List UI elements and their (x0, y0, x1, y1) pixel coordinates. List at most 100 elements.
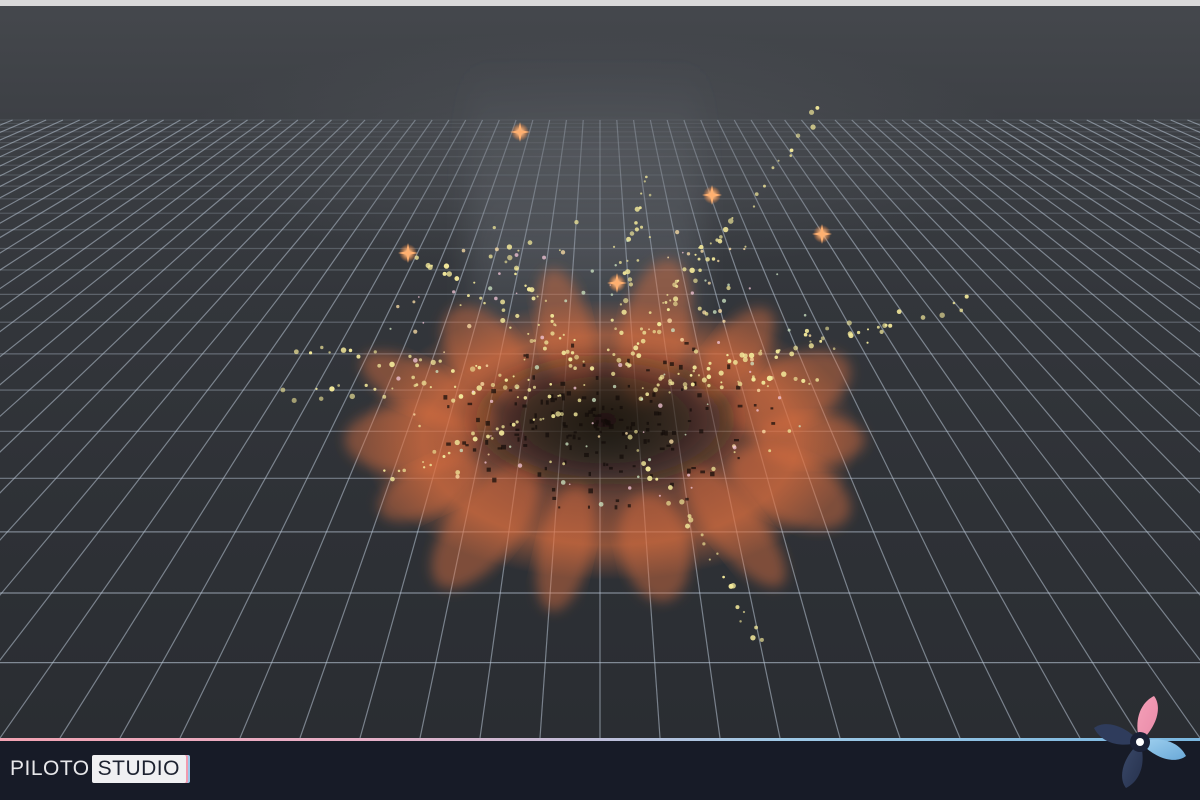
spark (709, 242, 712, 245)
spark (742, 610, 746, 614)
spark (585, 445, 588, 448)
spark (402, 468, 406, 473)
spark (619, 330, 624, 335)
spark (610, 318, 614, 322)
spark (477, 365, 482, 370)
spark (483, 301, 486, 305)
spark (808, 109, 815, 115)
spark (815, 378, 819, 382)
spark (373, 387, 377, 391)
debris-speck (587, 505, 590, 509)
spark (808, 334, 812, 337)
debris-speck (492, 477, 497, 483)
spark (504, 260, 508, 264)
spark (382, 394, 387, 399)
spark (568, 357, 573, 362)
spark (628, 363, 632, 367)
debris-speck (626, 426, 629, 430)
spark (547, 394, 552, 399)
spark (636, 259, 640, 262)
spark (487, 453, 490, 456)
spark (718, 309, 723, 313)
debris-speck (540, 399, 543, 405)
spark (636, 449, 640, 452)
spark (656, 329, 662, 335)
spark (679, 499, 685, 505)
spark (611, 371, 616, 376)
debris-speck (610, 408, 614, 411)
spark (515, 267, 519, 271)
spark (777, 159, 780, 162)
brand-name-studio: STUDIO (91, 755, 186, 783)
spark (640, 192, 643, 195)
spark (550, 314, 555, 318)
spark (627, 277, 633, 282)
spark (706, 374, 712, 380)
spark (804, 328, 809, 333)
spark (726, 353, 729, 357)
spark (508, 445, 512, 448)
spark (549, 460, 552, 464)
debris-speck (588, 488, 593, 494)
debris-speck (595, 451, 599, 454)
spark (626, 239, 629, 243)
debris-speck (643, 439, 647, 444)
spark (882, 323, 888, 329)
debris-speck (645, 428, 650, 432)
bottom-brand-bar: PILOTO STUDIO (0, 738, 1200, 800)
spark (751, 377, 756, 382)
debris-speck (727, 364, 731, 370)
spark (647, 475, 653, 482)
spark (658, 403, 663, 408)
spark (329, 386, 335, 392)
debris-speck (588, 410, 593, 414)
spark (442, 455, 446, 459)
spark (606, 348, 610, 352)
debris-speck (582, 363, 586, 367)
spark (798, 425, 801, 428)
spark (450, 369, 455, 373)
debris-speck (573, 431, 577, 434)
spark (704, 312, 709, 316)
spark (879, 329, 884, 335)
spark (672, 282, 677, 288)
spark (756, 388, 761, 393)
spark (708, 558, 711, 561)
spark (422, 461, 425, 464)
spark (648, 235, 651, 239)
debris-speck (554, 397, 557, 401)
spark (645, 392, 650, 397)
spark (308, 351, 313, 355)
spark (356, 354, 361, 359)
spark (667, 256, 670, 259)
spark (686, 252, 691, 256)
spark (542, 255, 547, 260)
spark (648, 328, 650, 331)
spark (669, 299, 672, 302)
spark (690, 291, 694, 295)
spark (318, 396, 324, 401)
debris-speck (737, 404, 743, 408)
spark (789, 154, 793, 157)
spark (502, 385, 508, 390)
debris-speck (563, 424, 568, 428)
spark (896, 309, 902, 315)
spark (876, 325, 880, 329)
spark (455, 474, 460, 479)
spark (671, 328, 675, 333)
spark (640, 338, 646, 344)
debris-speck (699, 429, 704, 434)
spark (514, 253, 519, 257)
debris-speck (654, 411, 659, 416)
debris-speck (569, 445, 572, 451)
spark (490, 382, 496, 388)
debris-speck (705, 406, 709, 410)
spark (666, 293, 669, 296)
spark (677, 372, 680, 376)
spark (801, 378, 806, 383)
debris-speck (646, 421, 649, 425)
spark (492, 226, 496, 230)
spark (542, 417, 545, 420)
debris-speck (671, 430, 677, 435)
spark (418, 424, 421, 428)
